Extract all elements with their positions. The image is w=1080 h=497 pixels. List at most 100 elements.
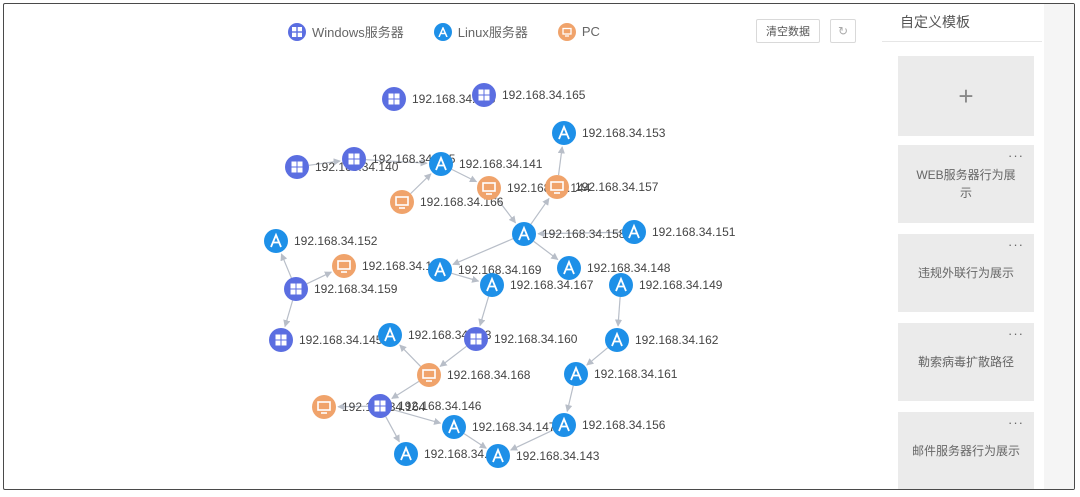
node-ip-label: 192.168.34.160 <box>494 332 578 346</box>
more-icon[interactable]: ··· <box>1008 414 1024 432</box>
graph-node-pc[interactable]: 192.168.34.142 <box>332 254 446 278</box>
template-label: 违规外联行为展示 <box>917 266 1014 280</box>
node-ip-label: 192.168.34.152 <box>294 234 378 248</box>
linux-node-icon <box>378 323 402 347</box>
windows-node-icon <box>464 327 488 351</box>
more-icon[interactable]: ··· <box>1008 236 1024 254</box>
linux-node-icon <box>428 258 452 282</box>
pc-node-icon <box>332 254 356 278</box>
windows-node-icon <box>284 277 308 301</box>
node-ip-label: 192.168.34.148 <box>587 261 671 275</box>
node-ip-label: 192.168.34.161 <box>594 367 678 381</box>
graph-node-linux[interactable]: 192.168.34.149 <box>609 273 723 297</box>
graph-node-pc[interactable]: 192.168.34.157 <box>545 175 659 199</box>
node-ip-label: 192.168.34.145 <box>299 333 383 347</box>
node-ip-label: 192.168.34.143 <box>516 449 600 463</box>
template-card-web[interactable]: ··· WEB服务器行为展示 <box>898 145 1034 223</box>
linux-node-icon <box>394 442 418 466</box>
graph-edge <box>614 296 623 327</box>
divider <box>882 41 1042 42</box>
pc-node-icon <box>477 176 501 200</box>
graph-node-pc[interactable]: 192.168.34.144 <box>477 176 591 200</box>
graph-edge <box>451 168 478 183</box>
windows-node-icon <box>285 155 309 179</box>
node-ip-label: 192.168.34.159 <box>314 282 398 296</box>
template-label: 邮件服务器行为展示 <box>912 444 1021 458</box>
windows-node-icon <box>368 394 392 418</box>
more-icon[interactable]: ··· <box>1008 147 1024 165</box>
pc-node-icon <box>417 363 441 387</box>
graph-edge <box>533 240 559 261</box>
graph-edge <box>385 416 400 443</box>
node-ip-label: 192.168.34.149 <box>639 278 723 292</box>
plus-icon: + <box>958 81 974 111</box>
template-label: WEB服务器行为展示 <box>916 168 1016 200</box>
graph-node-linux[interactable]: 192.168.34.147 <box>442 415 556 439</box>
graph-node-windows[interactable]: 192.168.34.146 <box>368 394 482 418</box>
graph-edge <box>557 146 565 176</box>
graph-node-linux[interactable]: 192.168.34.158 <box>512 222 626 246</box>
graph-node-pc[interactable]: 192.168.34.168 <box>417 363 531 387</box>
linux-node-icon <box>552 413 576 437</box>
node-ip-label: 192.168.34.153 <box>582 126 666 140</box>
sidebar-title: 自定义模板 <box>900 14 970 30</box>
graph-nodes[interactable]: 192.168.34.165 192.168.34.165192.168.34.1… <box>264 83 736 468</box>
graph-edge <box>399 344 422 367</box>
linux-node-icon <box>622 220 646 244</box>
node-ip-label: 192.168.34.147 <box>472 420 556 434</box>
add-template-button[interactable]: + <box>898 56 1034 136</box>
graph-node-linux[interactable]: 192.168.34.141 <box>429 152 543 176</box>
graph-node-linux[interactable]: 192.168.34.156 <box>552 413 666 437</box>
node-ip-label: 192.168.34.168 <box>447 368 531 382</box>
app-window: Windows服务器 Linux服务器 PC 清空数据 ↻ 192.168.34… <box>3 3 1075 490</box>
linux-node-icon <box>264 229 288 253</box>
template-card-outbound[interactable]: ··· 违规外联行为展示 <box>898 234 1034 312</box>
graph-node-linux[interactable]: 192.168.34.153 <box>552 121 666 145</box>
scroll-gutter <box>1044 4 1074 489</box>
node-ip-label: 192.168.34.169 <box>458 263 542 277</box>
windows-node-icon <box>472 83 496 107</box>
graph-node-windows[interactable]: 192.168.34.165 <box>472 83 586 107</box>
pc-node-icon <box>390 190 414 214</box>
graph-edge <box>478 296 490 327</box>
windows-node-icon <box>269 328 293 352</box>
graph-node-linux[interactable]: 192.168.34.162 <box>605 328 719 352</box>
linux-node-icon <box>480 273 504 297</box>
linux-node-icon <box>552 121 576 145</box>
graph-edge <box>452 238 514 266</box>
pc-node-icon <box>545 175 569 199</box>
node-ip-label: 192.168.34.162 <box>635 333 719 347</box>
graph-node-linux[interactable]: 192.168.34.161 <box>564 362 678 386</box>
node-ip-label: 192.168.34.151 <box>652 225 736 239</box>
graph-node-windows[interactable]: 192.168.34.159 <box>284 277 398 301</box>
linux-node-icon <box>486 444 510 468</box>
graph-edge <box>530 197 550 225</box>
linux-node-icon <box>442 415 466 439</box>
node-ip-label: 192.168.34.165 <box>502 88 586 102</box>
graph-edge <box>565 385 574 413</box>
graph-node-linux[interactable]: 192.168.34.152 <box>264 229 378 253</box>
linux-node-icon <box>557 256 581 280</box>
graph-node-linux[interactable]: 192.168.34.143 <box>486 444 600 468</box>
template-card-ransomware[interactable]: ··· 勒索病毒扩散路径 <box>898 323 1034 401</box>
node-ip-label: 192.168.34.157 <box>575 180 659 194</box>
graph-edge <box>439 345 467 367</box>
graph-node-linux[interactable]: 192.168.34.151 <box>622 220 736 244</box>
more-icon[interactable]: ··· <box>1008 325 1024 343</box>
network-graph[interactable]: 192.168.34.165 192.168.34.165192.168.34.1… <box>4 4 874 490</box>
windows-node-icon <box>342 147 366 171</box>
node-ip-label: 192.168.34.141 <box>459 157 543 171</box>
graph-edge <box>283 300 294 328</box>
graph-node-windows[interactable]: 192.168.34.145 <box>269 328 383 352</box>
template-label: 勒索病毒扩散路径 <box>917 355 1014 369</box>
linux-node-icon <box>429 152 453 176</box>
graph-edge <box>280 253 292 279</box>
node-ip-label: 192.168.34.146 <box>398 399 482 413</box>
windows-node-icon <box>382 87 406 111</box>
template-card-mail[interactable]: ··· 邮件服务器行为展示 <box>898 412 1034 489</box>
graph-edge <box>391 380 420 400</box>
graph-edge <box>410 173 432 195</box>
graph-node-windows[interactable]: 192.168.34.160 <box>464 327 578 351</box>
graph-edge <box>586 347 609 366</box>
node-ip-label: 192.168.34.156 <box>582 418 666 432</box>
